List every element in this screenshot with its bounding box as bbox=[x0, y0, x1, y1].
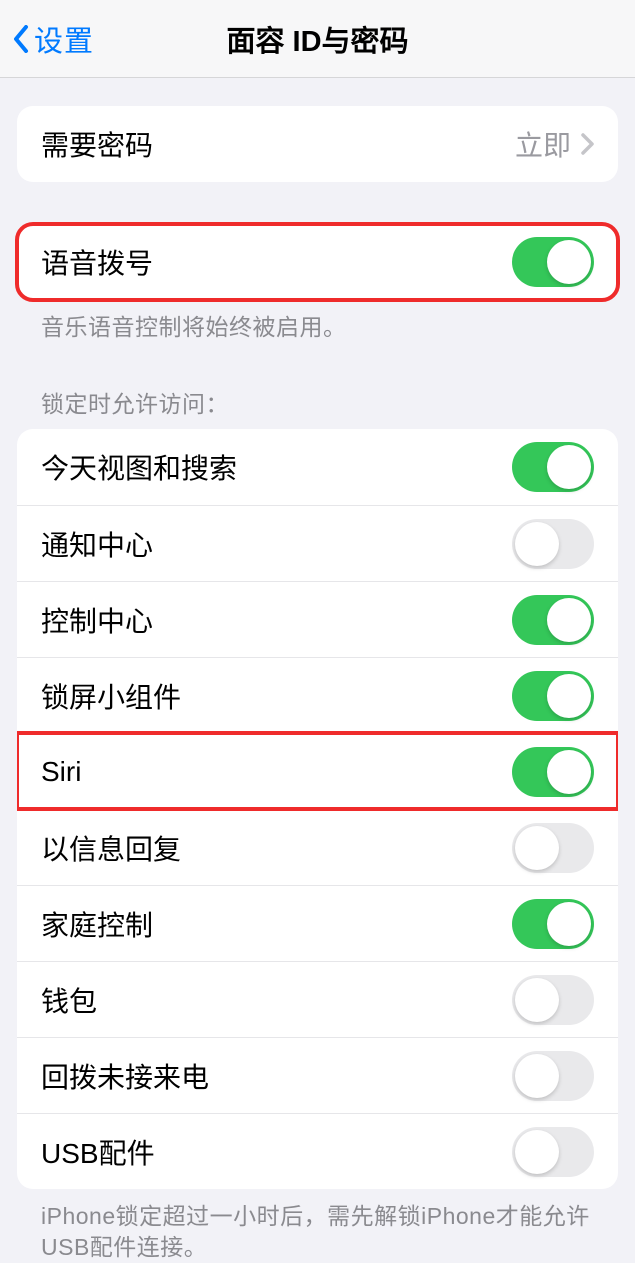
lock-access-item-label: 锁屏小组件 bbox=[41, 676, 181, 716]
lock-access-item-toggle[interactable] bbox=[512, 823, 594, 873]
lock-access-item-label: 钱包 bbox=[41, 980, 97, 1020]
lock-access-row: 今天视图和搜索 bbox=[17, 429, 618, 505]
require-passcode-row[interactable]: 需要密码 立即 bbox=[17, 106, 618, 182]
back-button[interactable]: 设置 bbox=[12, 18, 94, 60]
lock-access-item-label: USB配件 bbox=[41, 1132, 155, 1172]
voice-dial-toggle[interactable] bbox=[512, 237, 594, 287]
lock-access-item-toggle[interactable] bbox=[512, 442, 594, 492]
require-passcode-label: 需要密码 bbox=[41, 124, 153, 164]
lock-access-row: 家庭控制 bbox=[17, 885, 618, 961]
lock-access-item-label: 今天视图和搜索 bbox=[41, 447, 237, 487]
lock-access-item-toggle[interactable] bbox=[512, 1051, 594, 1101]
lock-access-item-toggle[interactable] bbox=[512, 747, 594, 797]
lock-access-row: 钱包 bbox=[17, 961, 618, 1037]
lock-access-row: 回拨未接来电 bbox=[17, 1037, 618, 1113]
lock-access-row: 锁屏小组件 bbox=[17, 657, 618, 733]
lock-access-item-label: 通知中心 bbox=[41, 524, 153, 564]
lock-access-item-toggle[interactable] bbox=[512, 671, 594, 721]
lock-access-item-label: 家庭控制 bbox=[41, 904, 153, 944]
voice-dial-group: 语音拨号 bbox=[17, 224, 618, 300]
lock-access-item-toggle[interactable] bbox=[512, 1127, 594, 1177]
back-label: 设置 bbox=[34, 18, 94, 60]
chevron-left-icon bbox=[12, 25, 30, 53]
lock-access-row: 以信息回复 bbox=[17, 809, 618, 885]
lock-access-row: 控制中心 bbox=[17, 581, 618, 657]
voice-dial-label: 语音拨号 bbox=[41, 242, 153, 282]
lock-access-item-toggle[interactable] bbox=[512, 975, 594, 1025]
lock-access-item-label: 回拨未接来电 bbox=[41, 1056, 209, 1096]
lock-access-footer: iPhone锁定超过一小时后，需先解锁iPhone才能允许USB配件连接。 bbox=[17, 1189, 618, 1263]
lock-access-row: 通知中心 bbox=[17, 505, 618, 581]
voice-dial-row: 语音拨号 bbox=[17, 224, 618, 300]
lock-access-item-label: Siri bbox=[41, 756, 81, 788]
require-passcode-value: 立即 bbox=[515, 124, 571, 164]
lock-access-row: Siri bbox=[17, 733, 618, 809]
lock-access-item-toggle[interactable] bbox=[512, 899, 594, 949]
row-right: 立即 bbox=[515, 124, 594, 164]
require-passcode-group: 需要密码 立即 bbox=[17, 106, 618, 182]
lock-access-item-toggle[interactable] bbox=[512, 519, 594, 569]
content: 需要密码 立即 语音拨号 音乐语音控制将始终被启用。 锁定时允许访问： 今天视图… bbox=[0, 78, 635, 1263]
lock-access-item-toggle[interactable] bbox=[512, 595, 594, 645]
lock-access-item-label: 控制中心 bbox=[41, 600, 153, 640]
voice-dial-footer: 音乐语音控制将始终被启用。 bbox=[17, 300, 618, 343]
nav-bar: 设置 面容 ID与密码 bbox=[0, 0, 635, 78]
chevron-right-icon bbox=[581, 133, 594, 155]
lock-access-item-label: 以信息回复 bbox=[41, 828, 181, 868]
lock-access-row: USB配件 bbox=[17, 1113, 618, 1189]
lock-access-header: 锁定时允许访问： bbox=[17, 385, 618, 429]
lock-access-group: 今天视图和搜索通知中心控制中心锁屏小组件 Siri 以信息回复家庭控制钱包回拨未接来… bbox=[17, 429, 618, 1189]
page-title: 面容 ID与密码 bbox=[0, 18, 635, 60]
